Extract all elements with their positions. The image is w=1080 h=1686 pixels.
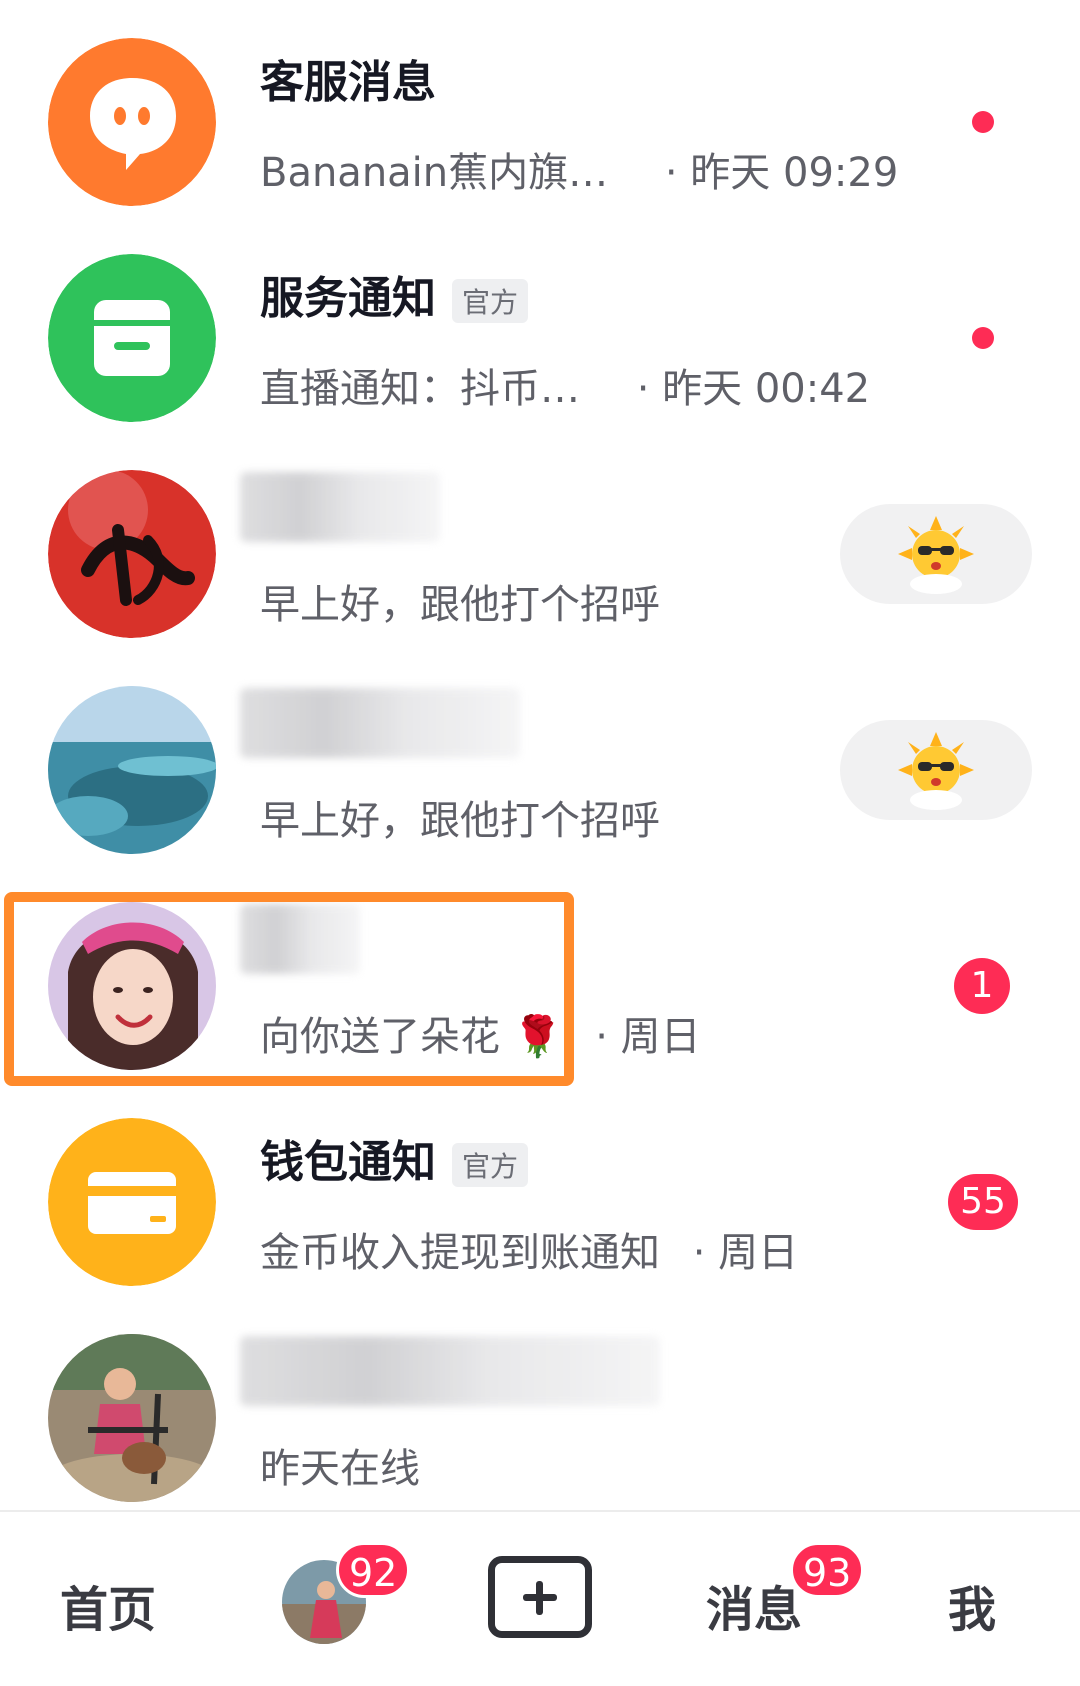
bottom-tabbar: 首页 92 消息 93 我 <box>0 1510 1080 1686</box>
greet-button[interactable] <box>840 720 1032 820</box>
tab-me[interactable]: 我 <box>948 1570 996 1640</box>
blurred-contact-name <box>240 688 520 758</box>
unread-dot <box>972 327 994 349</box>
preview-text: 金币收入提现到账通知 <box>260 1230 660 1276</box>
conversation-title: 服务通知 <box>260 273 436 324</box>
conversation-row-customer-service[interactable]: 客服消息 Bananain蕉内旗… · 昨天 09:29 <box>0 14 1080 230</box>
wallet-card-icon <box>48 1118 216 1286</box>
preview-text: 直播通知：抖币… <box>260 366 580 412</box>
plus-icon-vertical <box>536 1581 543 1615</box>
blurred-contact-name <box>240 472 440 542</box>
conversation-row-service-notice[interactable]: 服务通知 官方 直播通知：抖币… · 昨天 00:42 <box>0 230 1080 446</box>
official-tag: 官方 <box>452 1143 529 1187</box>
preview-time: · 周日 <box>692 1230 799 1276</box>
preview-time: · 昨天 09:29 <box>664 150 899 196</box>
preview-time: · 周日 <box>595 1014 701 1060</box>
conversation-row-wallet-notice[interactable]: 钱包通知 官方 金币收入提现到账通知 · 周日 55 <box>0 1094 1080 1310</box>
friends-badge: 92 <box>336 1542 411 1598</box>
official-tag: 官方 <box>452 279 529 323</box>
preview-text: Bananain蕉内旗… <box>260 150 609 196</box>
sun-sunglasses-emoji-icon <box>898 732 974 810</box>
conversation-name: 钱包通知 官方 <box>260 1126 529 1190</box>
conversation-title: 钱包通知 <box>260 1137 436 1188</box>
chat-bubble-icon <box>48 38 216 206</box>
conversation-name: 服务通知 官方 <box>260 262 529 326</box>
conversation-name: 客服消息 <box>260 57 436 108</box>
conversation-preview: 早上好，跟他打个招呼 <box>260 798 660 844</box>
conversation-preview: Bananain蕉内旗… · 昨天 09:29 <box>260 140 898 198</box>
sea-landscape-avatar <box>48 686 216 854</box>
conversation-preview: 早上好，跟他打个招呼 <box>260 582 660 628</box>
tab-messages[interactable]: 消息 <box>706 1570 802 1640</box>
unread-dot <box>972 111 994 133</box>
blurred-contact-name <box>240 1336 660 1406</box>
preview-time: · 昨天 00:42 <box>636 366 871 412</box>
sun-sunglasses-emoji-icon <box>898 516 974 594</box>
inbox-tray-icon <box>48 254 216 422</box>
conversation-row-contact[interactable]: 早上好，跟他打个招呼 <box>0 662 1080 878</box>
fu-character-avatar <box>48 470 216 638</box>
conversation-preview: 昨天在线 <box>260 1446 420 1492</box>
conversation-row-contact[interactable]: 昨天在线 <box>0 1310 1080 1526</box>
conversation-preview: 直播通知：抖币… · 昨天 00:42 <box>260 356 870 414</box>
outdoor-child-avatar <box>48 1334 216 1502</box>
messages-badge: 93 <box>790 1542 865 1598</box>
greet-button[interactable] <box>840 504 1032 604</box>
conversation-row-contact[interactable]: 早上好，跟他打个招呼 <box>0 446 1080 662</box>
plus-icon[interactable] <box>488 1556 592 1638</box>
conversation-preview: 金币收入提现到账通知 · 周日 <box>260 1220 798 1278</box>
tab-home[interactable]: 首页 <box>60 1570 156 1640</box>
highlight-box <box>4 892 574 1086</box>
unread-count-badge: 1 <box>954 958 1010 1014</box>
unread-count-badge: 55 <box>948 1174 1018 1230</box>
